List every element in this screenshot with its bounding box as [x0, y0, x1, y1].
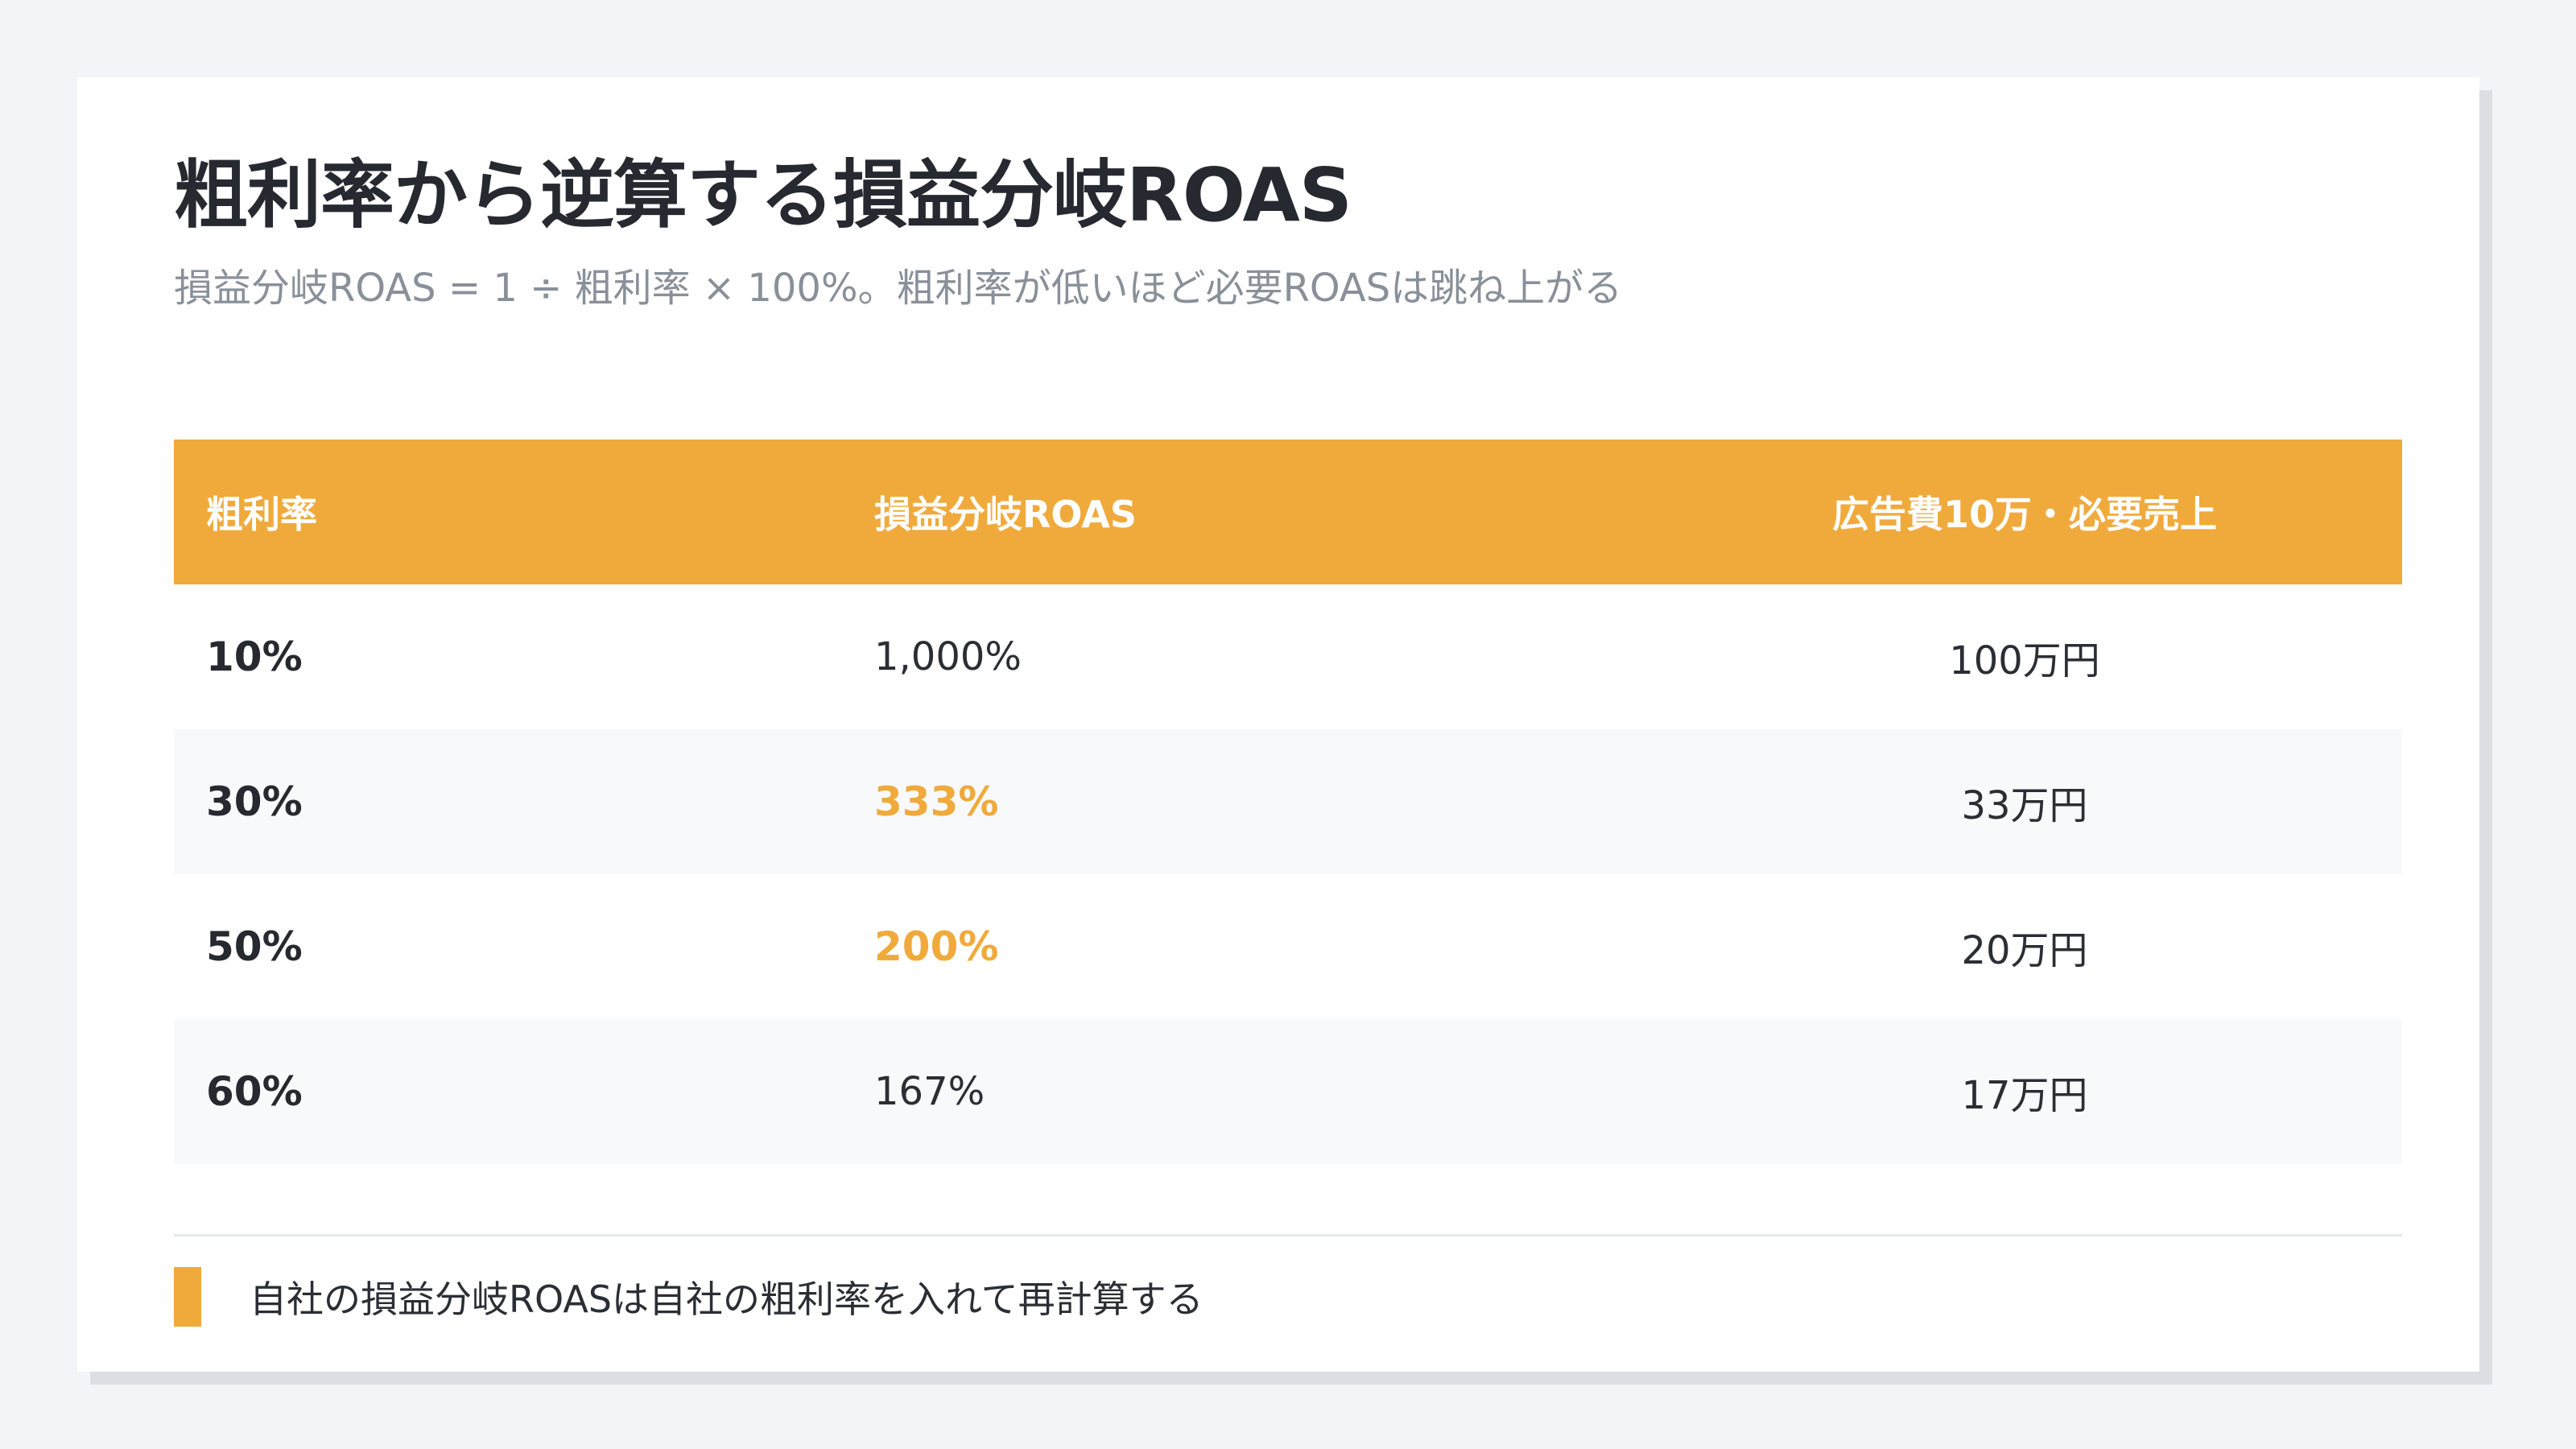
cell-roas: 167%: [874, 1069, 985, 1114]
page-subtitle: 損益分岐ROAS = 1 ÷ 粗利率 × 100%。粗利率が低いほど必要ROAS…: [174, 266, 1623, 311]
accent-bar: [174, 1267, 201, 1327]
page-title: 粗利率から逆算する損益分岐ROAS: [174, 152, 1352, 238]
table-header-row: 粗利率 損益分岐ROAS 広告費10万・必要売上: [174, 440, 2402, 584]
table-row: 30% 333% 33万円: [174, 729, 2402, 874]
header-margin: 粗利率: [206, 493, 317, 536]
footnote-text: 自社の損益分岐ROASは自社の粗利率を入れて再計算する: [250, 1278, 1203, 1321]
cell-margin: 60%: [206, 1068, 303, 1115]
cell-required-sales: 100万円: [1949, 638, 2100, 683]
table-row: 50% 200% 20万円: [174, 874, 2402, 1019]
cell-margin: 50%: [206, 923, 303, 970]
header-roas: 損益分岐ROAS: [874, 493, 1137, 536]
cell-margin: 10%: [206, 634, 303, 680]
cell-roas: 1,000%: [874, 634, 1022, 679]
cell-roas-highlighted: 333%: [874, 778, 999, 825]
divider: [174, 1234, 2402, 1236]
cell-required-sales: 20万円: [1961, 928, 2088, 973]
cell-required-sales: 33万円: [1961, 783, 2088, 828]
table-row: 60% 167% 17万円: [174, 1019, 2402, 1164]
table-row: 10% 1,000% 100万円: [174, 584, 2402, 729]
footnote: 自社の損益分岐ROASは自社の粗利率を入れて再計算する: [174, 1267, 1203, 1327]
cell-margin: 30%: [206, 778, 303, 825]
content-card: 粗利率から逆算する損益分岐ROAS 損益分岐ROAS = 1 ÷ 粗利率 × 1…: [77, 77, 2479, 1372]
roas-table: 粗利率 損益分岐ROAS 広告費10万・必要売上 10% 1,000% 100万…: [174, 440, 2402, 1164]
cell-roas-highlighted: 200%: [874, 923, 999, 970]
cell-required-sales: 17万円: [1961, 1073, 2088, 1118]
header-required-sales: 広告費10万・必要売上: [1831, 493, 2217, 536]
